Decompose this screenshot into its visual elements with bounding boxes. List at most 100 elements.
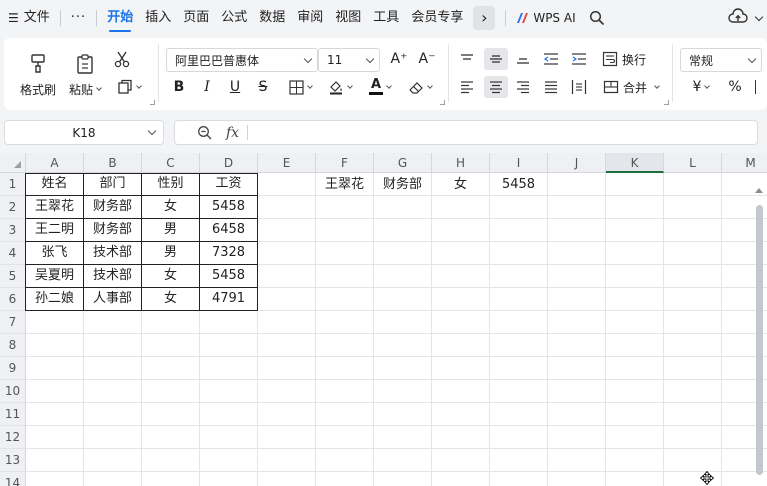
lookup-cell[interactable]: 女 — [432, 173, 490, 196]
cell-h9[interactable] — [432, 357, 490, 380]
cell-j4[interactable] — [548, 242, 606, 265]
strikethrough-button[interactable]: S — [252, 76, 274, 98]
more-options-button[interactable]: ··· — [65, 0, 92, 36]
cell-g7[interactable] — [374, 311, 432, 334]
cell-a7[interactable] — [26, 311, 84, 334]
cell-c12[interactable] — [142, 426, 200, 449]
table-cell[interactable]: 财务部 — [84, 219, 142, 242]
wps-ai-button[interactable]: WPS AI — [510, 11, 581, 25]
font-name-select[interactable]: 阿里巴巴普惠体 — [166, 48, 318, 72]
clear-format-button[interactable] — [402, 76, 438, 98]
cell-k8[interactable] — [606, 334, 664, 357]
cell-l11[interactable] — [664, 403, 722, 426]
cell-j1[interactable] — [548, 173, 606, 196]
cell-j14[interactable] — [548, 472, 606, 486]
cell-h11[interactable] — [432, 403, 490, 426]
cell-d8[interactable] — [200, 334, 258, 357]
cell-e12[interactable] — [258, 426, 316, 449]
cell-i5[interactable] — [490, 265, 548, 288]
cell-a10[interactable] — [26, 380, 84, 403]
justify-button[interactable] — [540, 76, 562, 98]
cell-i10[interactable] — [490, 380, 548, 403]
align-left-button[interactable] — [456, 76, 478, 98]
cell-k10[interactable] — [606, 380, 664, 403]
row-header-11[interactable]: 11 — [0, 403, 26, 426]
cell-k3[interactable] — [606, 219, 664, 242]
cell-g3[interactable] — [374, 219, 432, 242]
align-bottom-button[interactable] — [512, 48, 534, 70]
cell-k12[interactable] — [606, 426, 664, 449]
group-expand-icon[interactable] — [664, 100, 669, 105]
cell-h14[interactable] — [432, 472, 490, 486]
column-header-e[interactable]: E — [258, 153, 316, 173]
cell-a8[interactable] — [26, 334, 84, 357]
cell-k2[interactable] — [606, 196, 664, 219]
cell-l5[interactable] — [664, 265, 722, 288]
cell-f8[interactable] — [316, 334, 374, 357]
cell-j8[interactable] — [548, 334, 606, 357]
table-cell[interactable]: 技术部 — [84, 242, 142, 265]
cell-l8[interactable] — [664, 334, 722, 357]
row-header-5[interactable]: 5 — [0, 265, 26, 288]
tab-member[interactable]: 会员专享 — [405, 0, 469, 36]
cell-i13[interactable] — [490, 449, 548, 472]
cell-d13[interactable] — [200, 449, 258, 472]
cell-l10[interactable] — [664, 380, 722, 403]
fill-color-button[interactable] — [322, 76, 358, 98]
row-header-3[interactable]: 3 — [0, 219, 26, 242]
paste-button[interactable]: 粘贴 — [66, 46, 104, 104]
function-button[interactable]: fx — [226, 125, 239, 141]
cell-f4[interactable] — [316, 242, 374, 265]
cell-f7[interactable] — [316, 311, 374, 334]
column-header-d[interactable]: D — [200, 153, 258, 173]
row-header-7[interactable]: 7 — [0, 311, 26, 334]
row-header-6[interactable]: 6 — [0, 288, 26, 311]
cell-e5[interactable] — [258, 265, 316, 288]
cell-g10[interactable] — [374, 380, 432, 403]
distribute-button[interactable] — [568, 76, 590, 98]
cell-i11[interactable] — [490, 403, 548, 426]
cell-e2[interactable] — [258, 196, 316, 219]
cell-e4[interactable] — [258, 242, 316, 265]
cell-g13[interactable] — [374, 449, 432, 472]
currency-button[interactable]: ¥ — [684, 76, 718, 98]
cell-j3[interactable] — [548, 219, 606, 242]
cell-l2[interactable] — [664, 196, 722, 219]
name-box[interactable]: K18 — [4, 120, 164, 145]
group-expand-icon[interactable] — [440, 100, 445, 105]
lookup-cell[interactable]: 财务部 — [374, 173, 432, 196]
align-center-button[interactable] — [484, 76, 508, 98]
cell-g2[interactable] — [374, 196, 432, 219]
cell-i2[interactable] — [490, 196, 548, 219]
row-header-13[interactable]: 13 — [0, 449, 26, 472]
cell-h4[interactable] — [432, 242, 490, 265]
cell-d12[interactable] — [200, 426, 258, 449]
cell-d10[interactable] — [200, 380, 258, 403]
column-header-l[interactable]: L — [664, 153, 722, 173]
cell-f9[interactable] — [316, 357, 374, 380]
italic-button[interactable]: I — [196, 76, 218, 98]
cell-k7[interactable] — [606, 311, 664, 334]
copy-button[interactable] — [112, 76, 146, 98]
cell-b8[interactable] — [84, 334, 142, 357]
cell-b13[interactable] — [84, 449, 142, 472]
font-color-button[interactable]: A — [362, 76, 398, 98]
cell-f14[interactable] — [316, 472, 374, 486]
cell-i6[interactable] — [490, 288, 548, 311]
cell-e9[interactable] — [258, 357, 316, 380]
cell-l6[interactable] — [664, 288, 722, 311]
cell-k13[interactable] — [606, 449, 664, 472]
decrease-indent-button[interactable] — [540, 48, 562, 70]
cell-h10[interactable] — [432, 380, 490, 403]
cell-f11[interactable] — [316, 403, 374, 426]
group-expand-icon[interactable] — [150, 100, 155, 105]
tab-insert[interactable]: 插入 — [139, 0, 177, 36]
table-cell[interactable]: 4791 — [200, 288, 258, 311]
comma-style-button[interactable] — [750, 76, 764, 98]
cell-f2[interactable] — [316, 196, 374, 219]
cell-i9[interactable] — [490, 357, 548, 380]
row-header-14[interactable]: 14 — [0, 472, 26, 486]
tab-view[interactable]: 视图 — [329, 0, 367, 36]
cell-d9[interactable] — [200, 357, 258, 380]
cell-l4[interactable] — [664, 242, 722, 265]
